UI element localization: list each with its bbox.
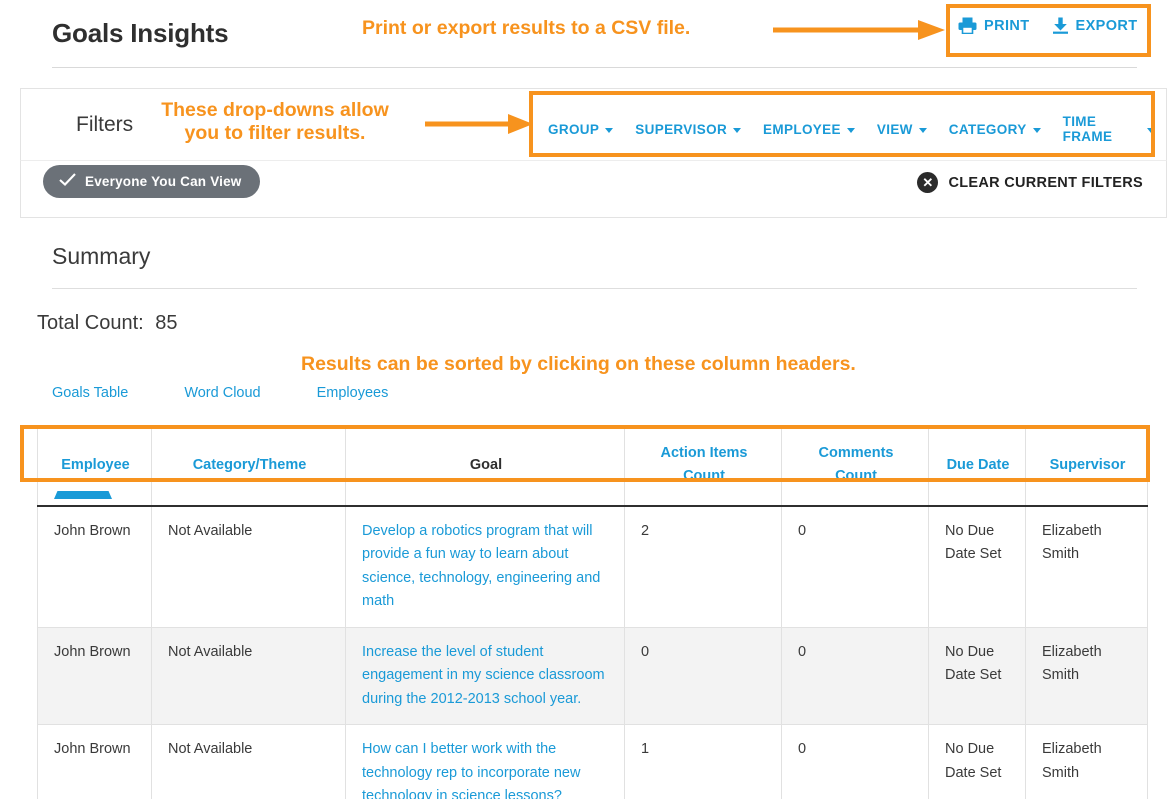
tab-goals-table[interactable]: Goals Table	[52, 385, 184, 401]
cell-due-date: No Due Date Set	[928, 626, 1026, 726]
table-row: John Brown Not Available Develop a robot…	[37, 505, 1148, 628]
print-button[interactable]: PRINT	[958, 17, 1030, 34]
chevron-down-icon	[1147, 127, 1155, 133]
filter-supervisor[interactable]: SUPERVISOR	[624, 122, 752, 137]
cell-action-items: 1	[624, 724, 782, 799]
goal-link[interactable]: How can I better work with the technolog…	[362, 741, 580, 799]
total-count-value: 85	[155, 312, 178, 334]
cell-comments: 0	[781, 626, 929, 726]
table-row: John Brown Not Available How can I bette…	[37, 724, 1148, 799]
cell-due-date: No Due Date Set	[928, 724, 1026, 799]
scope-pill-everyone-you-can-view[interactable]: Everyone You Can View	[43, 165, 260, 198]
cell-due-date: No Due Date Set	[928, 505, 1026, 628]
cell-goal: Develop a robotics program that will pro…	[345, 505, 625, 628]
chevron-down-icon	[605, 127, 614, 133]
goal-link[interactable]: Increase the level of student engagement…	[362, 644, 605, 707]
print-export-group: PRINT EXPORT	[958, 17, 1138, 34]
total-count: Total Count: 85	[37, 312, 178, 335]
filter-view[interactable]: VIEW	[866, 122, 938, 137]
header-divider	[52, 67, 1137, 68]
goals-insights-page: Goals Insights PRINT EXPORT Print or exp…	[0, 0, 1167, 799]
table-header-row: Employee Category/Theme Goal Action Item…	[37, 428, 1148, 507]
cell-employee: John Brown	[37, 505, 152, 628]
chevron-down-icon	[918, 127, 927, 133]
tab-word-cloud[interactable]: Word Cloud	[184, 385, 316, 401]
filter-group-label: GROUP	[548, 121, 600, 137]
cell-supervisor: Elizabeth Smith	[1025, 724, 1148, 799]
cell-supervisor: Elizabeth Smith	[1025, 505, 1148, 628]
column-header-due-date[interactable]: Due Date	[928, 428, 1026, 507]
clear-filters-label: CLEAR CURRENT FILTERS	[948, 174, 1143, 191]
sort-ascending-icon	[54, 490, 112, 499]
goals-table-body: John Brown Not Available Develop a robot…	[37, 505, 1148, 799]
column-header-goal[interactable]: Goal	[345, 428, 625, 507]
scope-pill-label: Everyone You Can View	[85, 173, 242, 189]
printer-icon	[958, 17, 977, 34]
chevron-down-icon	[733, 127, 742, 133]
summary-heading: Summary	[52, 243, 151, 269]
filter-time-frame-label: TIME FRAME	[1062, 114, 1113, 144]
cell-goal: How can I better work with the technolog…	[345, 724, 625, 799]
filter-supervisor-label: SUPERVISOR	[635, 121, 728, 137]
chevron-down-icon	[1032, 127, 1041, 133]
filter-view-label: VIEW	[876, 121, 913, 137]
close-icon: ✕	[917, 172, 939, 193]
table-row: John Brown Not Available Increase the le…	[37, 626, 1148, 726]
filters-label: Filters	[76, 113, 134, 136]
cell-goal: Increase the level of student engagement…	[345, 626, 625, 726]
goals-table-wrapper: Employee Category/Theme Goal Action Item…	[37, 428, 1148, 799]
annotation-sort-note: Results can be sorted by clicking on the…	[301, 353, 856, 375]
download-icon	[1052, 17, 1069, 34]
column-header-supervisor[interactable]: Supervisor	[1025, 428, 1148, 507]
filter-employee[interactable]: EMPLOYEE	[752, 122, 866, 137]
filter-category[interactable]: CATEGORY	[938, 122, 1052, 137]
cell-action-items: 2	[624, 505, 782, 628]
annotation-arrow-filter	[425, 114, 533, 134]
goal-link[interactable]: Develop a robotics program that will pro…	[362, 523, 600, 609]
filter-group[interactable]: GROUP	[537, 122, 624, 137]
cell-comments: 0	[781, 724, 929, 799]
summary-divider	[52, 288, 1137, 289]
filter-employee-label: EMPLOYEE	[763, 121, 841, 137]
annotation-arrow-print	[773, 20, 945, 40]
clear-current-filters-button[interactable]: ✕ CLEAR CURRENT FILTERS	[917, 172, 1143, 193]
filter-category-label: CATEGORY	[948, 121, 1027, 137]
column-header-comments-count[interactable]: Comments Count	[781, 428, 929, 507]
column-header-employee[interactable]: Employee	[37, 428, 152, 507]
column-header-category-theme[interactable]: Category/Theme	[151, 428, 346, 507]
cell-category: Not Available	[151, 724, 346, 799]
cell-employee: John Brown	[37, 724, 152, 799]
page-title: Goals Insights	[52, 18, 229, 48]
filter-menu: GROUP SUPERVISOR EMPLOYEE VIEW CATEGORY …	[537, 114, 1166, 144]
print-label: PRINT	[984, 17, 1030, 34]
goals-table: Employee Category/Theme Goal Action Item…	[37, 428, 1148, 799]
goals-table-header: Employee Category/Theme Goal Action Item…	[37, 428, 1148, 507]
check-icon	[59, 173, 76, 189]
cell-action-items: 0	[624, 626, 782, 726]
cell-category: Not Available	[151, 505, 346, 628]
cell-category: Not Available	[151, 626, 346, 726]
export-button[interactable]: EXPORT	[1052, 17, 1138, 34]
filter-time-frame[interactable]: TIME FRAME	[1052, 114, 1166, 144]
annotation-print-note: Print or export results to a CSV file.	[362, 17, 691, 39]
tab-employees[interactable]: Employees	[317, 385, 445, 401]
result-tabs: Goals Table Word Cloud Employees	[52, 385, 444, 401]
annotation-filter-note: These drop-downs allow you to filter res…	[161, 99, 389, 144]
chevron-down-icon	[846, 127, 855, 133]
cell-comments: 0	[781, 505, 929, 628]
column-header-employee-label: Employee	[61, 456, 130, 473]
cell-employee: John Brown	[37, 626, 152, 726]
total-count-label: Total Count:	[37, 312, 144, 334]
column-header-action-items-count[interactable]: Action Items Count	[624, 428, 782, 507]
cell-supervisor: Elizabeth Smith	[1025, 626, 1148, 726]
export-label: EXPORT	[1075, 17, 1138, 34]
